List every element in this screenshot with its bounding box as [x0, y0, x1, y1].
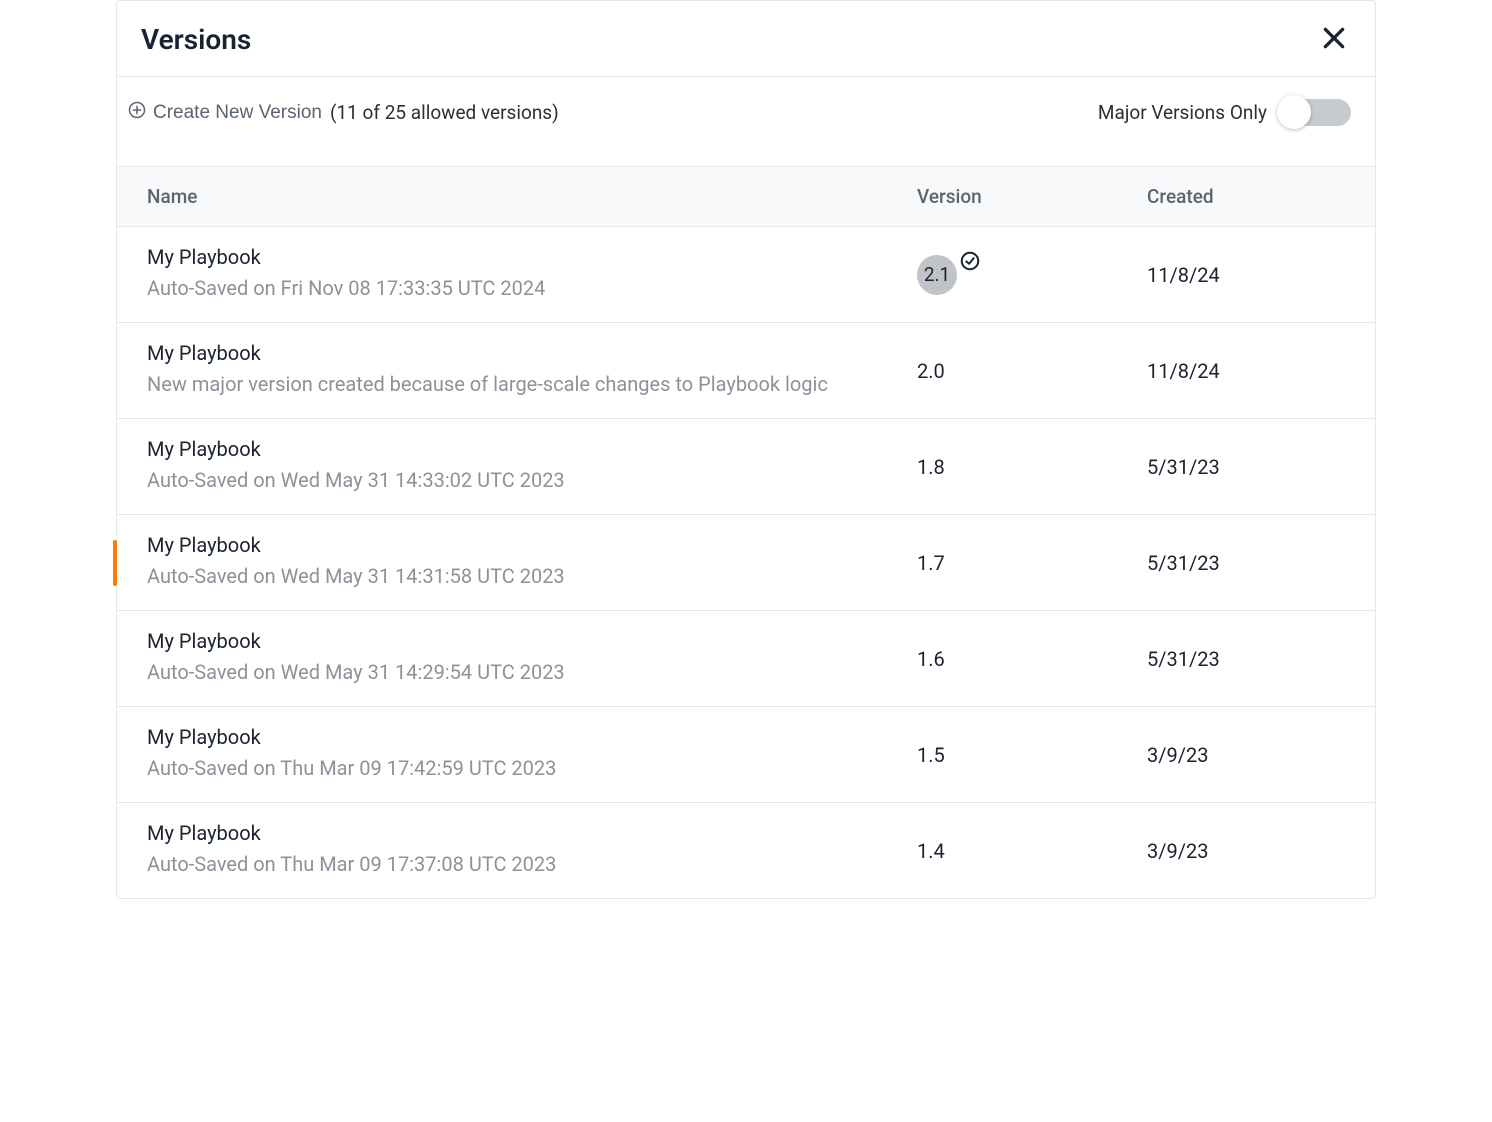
- row-version-cell: 1.7: [917, 551, 1147, 575]
- row-created-cell: 5/31/23: [1147, 647, 1375, 671]
- version-text: 1.5: [917, 743, 945, 767]
- version-text: 1.4: [917, 839, 945, 863]
- row-version-cell: 1.6: [917, 647, 1147, 671]
- created-date: 5/31/23: [1147, 647, 1220, 671]
- row-created-cell: 5/31/23: [1147, 551, 1375, 575]
- version-text: 1.8: [917, 455, 945, 479]
- version-text: 1.7: [917, 551, 945, 575]
- row-created-cell: 5/31/23: [1147, 455, 1375, 479]
- row-title: My Playbook: [147, 437, 857, 461]
- row-created-cell: 11/8/24: [1147, 263, 1375, 287]
- page-title: Versions: [141, 23, 251, 56]
- table-row[interactable]: My Playbook Auto-Saved on Wed May 31 14:2…: [117, 611, 1375, 707]
- table-row[interactable]: My Playbook Auto-Saved on Fri Nov 08 17:3…: [117, 227, 1375, 323]
- row-title: My Playbook: [147, 245, 857, 269]
- check-circle-icon: [959, 250, 981, 276]
- row-name-cell: My Playbook New major version created bec…: [117, 341, 917, 400]
- table-row[interactable]: My Playbook Auto-Saved on Thu Mar 09 17:3…: [117, 803, 1375, 898]
- row-created-cell: 11/8/24: [1147, 359, 1375, 383]
- row-title: My Playbook: [147, 533, 857, 557]
- version-text: 2.0: [917, 359, 945, 383]
- row-name-cell: My Playbook Auto-Saved on Fri Nov 08 17:3…: [117, 245, 917, 304]
- row-description: Auto-Saved on Wed May 31 14:33:02 UTC 20…: [147, 465, 857, 496]
- row-created-cell: 3/9/23: [1147, 839, 1375, 863]
- create-new-version-button[interactable]: Create New Version: [127, 100, 322, 126]
- row-version-cell: 1.5: [917, 743, 1147, 767]
- plus-circle-icon: [127, 100, 147, 126]
- panel-header: Versions: [117, 1, 1375, 77]
- row-version-cell: 2.1: [917, 255, 1147, 295]
- column-header-created[interactable]: Created: [1147, 185, 1375, 208]
- toggle-knob: [1277, 95, 1311, 129]
- row-description: Auto-Saved on Thu Mar 09 17:42:59 UTC 20…: [147, 753, 857, 784]
- close-button[interactable]: [1317, 21, 1351, 58]
- versions-table: Name Version Created My Playbook Auto-Sav…: [117, 166, 1375, 898]
- row-title: My Playbook: [147, 821, 857, 845]
- created-date: 5/31/23: [1147, 551, 1220, 575]
- row-description: New major version created because of lar…: [147, 369, 857, 400]
- table-row[interactable]: My Playbook New major version created bec…: [117, 323, 1375, 419]
- created-date: 5/31/23: [1147, 455, 1220, 479]
- row-description: Auto-Saved on Fri Nov 08 17:33:35 UTC 20…: [147, 273, 857, 304]
- table-body: My Playbook Auto-Saved on Fri Nov 08 17:3…: [117, 227, 1375, 898]
- toolbar-left: Create New Version (11 of 25 allowed ver…: [127, 100, 559, 126]
- version-text: 1.6: [917, 647, 945, 671]
- row-name-cell: My Playbook Auto-Saved on Thu Mar 09 17:4…: [117, 725, 917, 784]
- created-date: 11/8/24: [1147, 359, 1220, 383]
- version-limit-text: (11 of 25 allowed versions): [330, 101, 559, 124]
- row-name-cell: My Playbook Auto-Saved on Thu Mar 09 17:3…: [117, 821, 917, 880]
- row-created-cell: 3/9/23: [1147, 743, 1375, 767]
- close-icon: [1321, 25, 1347, 54]
- row-title: My Playbook: [147, 341, 857, 365]
- row-title: My Playbook: [147, 629, 857, 653]
- row-version-cell: 1.4: [917, 839, 1147, 863]
- toolbar-right: Major Versions Only: [1098, 99, 1351, 126]
- created-date: 11/8/24: [1147, 263, 1220, 287]
- row-description: Auto-Saved on Wed May 31 14:31:58 UTC 20…: [147, 561, 857, 592]
- major-versions-toggle-label: Major Versions Only: [1098, 101, 1267, 124]
- row-name-cell: My Playbook Auto-Saved on Wed May 31 14:3…: [117, 437, 917, 496]
- column-header-name[interactable]: Name: [117, 185, 917, 208]
- column-header-version[interactable]: Version: [917, 185, 1147, 208]
- created-date: 3/9/23: [1147, 839, 1208, 863]
- row-name-cell: My Playbook Auto-Saved on Wed May 31 14:2…: [117, 629, 917, 688]
- versions-panel: Versions Create New Version: [116, 0, 1376, 899]
- version-badge: 2.1: [917, 255, 957, 295]
- table-row[interactable]: My Playbook Auto-Saved on Wed May 31 14:3…: [117, 419, 1375, 515]
- row-version-cell: 2.0: [917, 359, 1147, 383]
- row-description: Auto-Saved on Wed May 31 14:29:54 UTC 20…: [147, 657, 857, 688]
- row-version-cell: 1.8: [917, 455, 1147, 479]
- created-date: 3/9/23: [1147, 743, 1208, 767]
- row-description: Auto-Saved on Thu Mar 09 17:37:08 UTC 20…: [147, 849, 857, 880]
- table-row[interactable]: My Playbook Auto-Saved on Wed May 31 14:3…: [117, 515, 1375, 611]
- create-button-label: Create New Version: [153, 102, 322, 124]
- major-versions-toggle[interactable]: [1279, 99, 1351, 126]
- row-title: My Playbook: [147, 725, 857, 749]
- table-header-row: Name Version Created: [117, 166, 1375, 227]
- row-name-cell: My Playbook Auto-Saved on Wed May 31 14:3…: [117, 533, 917, 592]
- row-marker: [113, 540, 117, 586]
- table-row[interactable]: My Playbook Auto-Saved on Thu Mar 09 17:4…: [117, 707, 1375, 803]
- toolbar: Create New Version (11 of 25 allowed ver…: [117, 77, 1375, 166]
